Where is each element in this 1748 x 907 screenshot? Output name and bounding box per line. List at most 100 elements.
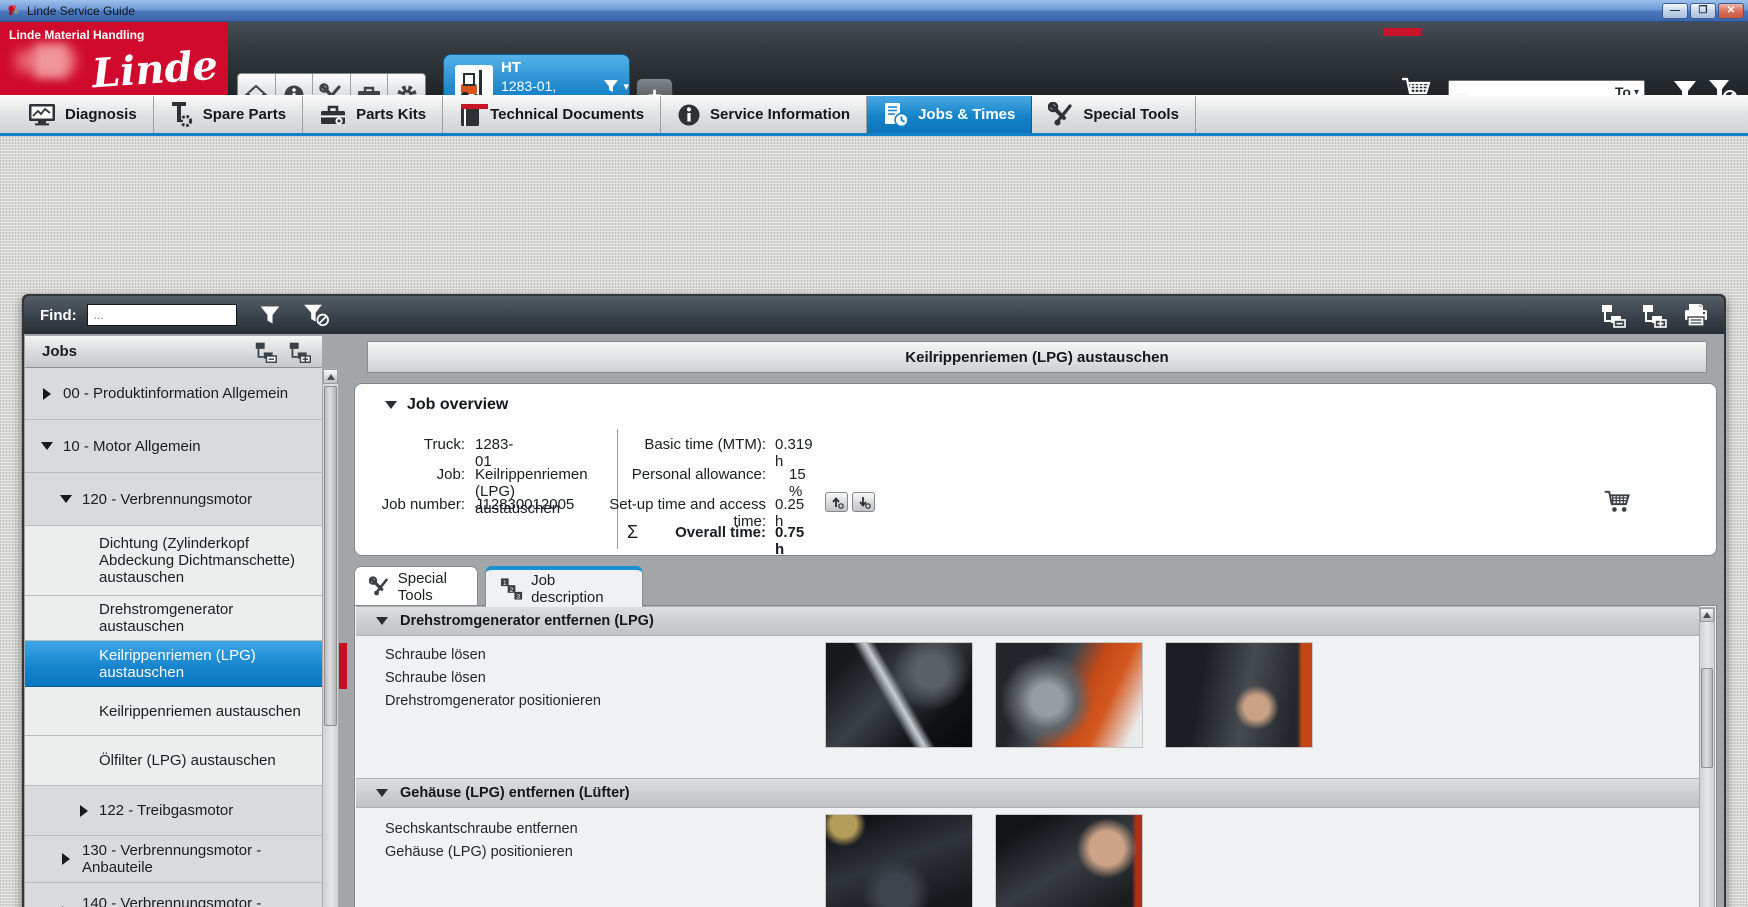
- job-overview-panel: Job overview Truck:1283-01 Job:Keilrippe…: [354, 383, 1717, 556]
- monitor-icon: [28, 103, 56, 127]
- content-window: Find:: [22, 294, 1726, 907]
- app-icon: [6, 3, 21, 18]
- jobs-times-icon: [883, 101, 909, 128]
- job-description-panel: Drehstromgenerator entfernen (LPG) Schra…: [354, 605, 1717, 907]
- section-header[interactable]: Drehstromgenerator entfernen (LPG): [356, 606, 1700, 636]
- step-photo[interactable]: [1165, 642, 1313, 748]
- decrease-setup-time-button[interactable]: [852, 492, 875, 512]
- funnel-icon: [259, 304, 281, 326]
- close-button[interactable]: ✕: [1718, 3, 1744, 19]
- tree-item-label: 120 - Verbrennungsmotor: [82, 491, 252, 508]
- content-scrollbar[interactable]: [1699, 607, 1715, 907]
- tab-label: Jobs & Times: [918, 106, 1015, 123]
- arrow-down-icon: [857, 495, 871, 509]
- svg-text:3: 3: [516, 593, 520, 600]
- tree-item-label: Ölfilter (LPG) austauschen: [99, 752, 276, 769]
- allowance-value: 15 %: [789, 466, 806, 500]
- job-number-label: Job number:: [375, 496, 465, 513]
- tree-item-label: Keilrippenriemen austauschen: [99, 703, 301, 720]
- tab-diagnosis[interactable]: Diagnosis: [0, 96, 154, 133]
- funnel-icon: [603, 78, 619, 94]
- tree-item[interactable]: 122 - Treibgasmotor: [25, 786, 322, 836]
- steps-icon: 1 2 3: [500, 577, 523, 601]
- scroll-up-button[interactable]: [1700, 608, 1714, 622]
- parts-kit-icon: [319, 102, 347, 128]
- linde-script-logo: Linde: [91, 42, 220, 95]
- section-steps: Schraube lösen Schraube lösen Drehstromg…: [385, 644, 601, 713]
- section-header[interactable]: Gehäuse (LPG) entfernen (Lüfter): [356, 778, 1700, 808]
- sidebar-collapse-tree-button[interactable]: [254, 340, 278, 364]
- tree-item[interactable]: 10 - Motor Allgemein: [25, 420, 322, 473]
- tree-expand-icon: [1641, 302, 1668, 329]
- job-label: Job:: [375, 466, 465, 483]
- sidebar-scrollbar[interactable]: [322, 368, 339, 907]
- allowance-label: Personal allowance:: [627, 466, 766, 483]
- tree-item[interactable]: 130 - Verbrennungsmotor - Anbauteile: [25, 836, 322, 883]
- find-filter-button[interactable]: [259, 304, 281, 326]
- spare-parts-icon: [170, 102, 194, 128]
- scrollbar-thumb[interactable]: [324, 386, 337, 726]
- find-input[interactable]: [87, 304, 237, 326]
- tab-service-information[interactable]: Service Information: [661, 96, 867, 133]
- module-tab-bar: Diagnosis Spare Parts Parts Kits Technic…: [0, 95, 1748, 133]
- maximize-button[interactable]: ❐: [1690, 3, 1716, 19]
- desktop-background: Find:: [0, 136, 1748, 907]
- tab-parts-kits[interactable]: Parts Kits: [303, 96, 443, 133]
- find-bar: Find:: [24, 296, 1724, 334]
- red-indicator: [1383, 28, 1421, 36]
- sidebar-expand-tree-button[interactable]: [288, 340, 312, 364]
- tab-special-tools-detail[interactable]: Special Tools: [354, 566, 478, 606]
- minimize-button[interactable]: —: [1662, 3, 1688, 19]
- tab-technical-documents[interactable]: Technical Documents: [443, 96, 661, 133]
- expand-tree-button[interactable]: [1641, 302, 1668, 329]
- step-text: Sechskantschraube entfernen: [385, 818, 578, 841]
- tree-item[interactable]: Dichtung (Zylinderkopf Abdeckung Dichtma…: [25, 526, 322, 596]
- tree-item-label: Drehstromgenerator austauschen: [99, 601, 314, 635]
- tree-item-selected[interactable]: Keilrippenriemen (LPG) austauschen: [25, 641, 322, 687]
- page-title-bar: Keilrippenriemen (LPG) austauschen: [367, 341, 1707, 373]
- selected-item-accent: [339, 643, 347, 689]
- step-photo[interactable]: [825, 814, 973, 907]
- tree-item[interactable]: Drehstromgenerator austauschen: [25, 596, 322, 641]
- job-number-value: J12830012005: [475, 496, 574, 513]
- app-header: Linde Material Handling Linde: [0, 22, 1748, 95]
- print-button[interactable]: [1682, 302, 1710, 328]
- svg-text:1: 1: [503, 580, 507, 587]
- tab-label: Spare Parts: [203, 106, 286, 123]
- step-text: Drehstromgenerator positionieren: [385, 690, 601, 713]
- section-steps: Sechskantschraube entfernen Gehäuse (LPG…: [385, 818, 578, 864]
- wrench-icon: [1048, 102, 1074, 128]
- column-divider: [617, 429, 618, 549]
- tree-item[interactable]: Ölfilter (LPG) austauschen: [25, 736, 322, 786]
- tree-item[interactable]: Keilrippenriemen austauschen: [25, 687, 322, 736]
- window-title: Linde Service Guide: [27, 4, 135, 18]
- collapse-tree-button[interactable]: [1600, 302, 1627, 329]
- tab-jobs-times[interactable]: Jobs & Times: [867, 96, 1032, 133]
- step-photo[interactable]: [995, 642, 1143, 748]
- truck-filter-dropdown[interactable]: ▾: [603, 78, 629, 94]
- tab-special-tools[interactable]: Special Tools: [1032, 96, 1196, 133]
- info-icon: [677, 103, 701, 127]
- page-title: Keilrippenriemen (LPG) austauschen: [905, 349, 1168, 366]
- add-to-cart-button[interactable]: [1603, 488, 1633, 515]
- tree-item[interactable]: 120 - Verbrennungsmotor: [25, 473, 322, 526]
- step-photo[interactable]: [825, 642, 973, 748]
- scrollbar-thumb[interactable]: [1701, 668, 1713, 768]
- increase-setup-time-button[interactable]: [825, 492, 848, 512]
- tab-label: Technical Documents: [490, 106, 644, 123]
- tree-collapse-icon: [1600, 302, 1627, 329]
- window-body: Jobs: [24, 334, 1724, 907]
- step-photo[interactable]: [995, 814, 1143, 907]
- tree-item-label: Keilrippenriemen (LPG) austauschen: [99, 647, 314, 681]
- sidebar-header: Jobs: [25, 336, 322, 368]
- tree-item[interactable]: 140 - Verbrennungsmotor - Abgasanlage: [25, 883, 322, 907]
- find-filter-clear-button[interactable]: [303, 303, 330, 327]
- scroll-up-button[interactable]: [323, 369, 338, 384]
- tab-spare-parts[interactable]: Spare Parts: [154, 96, 303, 133]
- tree-item[interactable]: 00 - Produktinformation Allgemein: [25, 368, 322, 420]
- truck-value: 1283-01: [475, 436, 513, 470]
- job-overview-header[interactable]: Job overview: [385, 396, 508, 414]
- truck-model: HT: [501, 58, 593, 77]
- tab-job-description[interactable]: 1 2 3 Job description: [485, 566, 643, 607]
- step-text: Gehäuse (LPG) positionieren: [385, 841, 578, 864]
